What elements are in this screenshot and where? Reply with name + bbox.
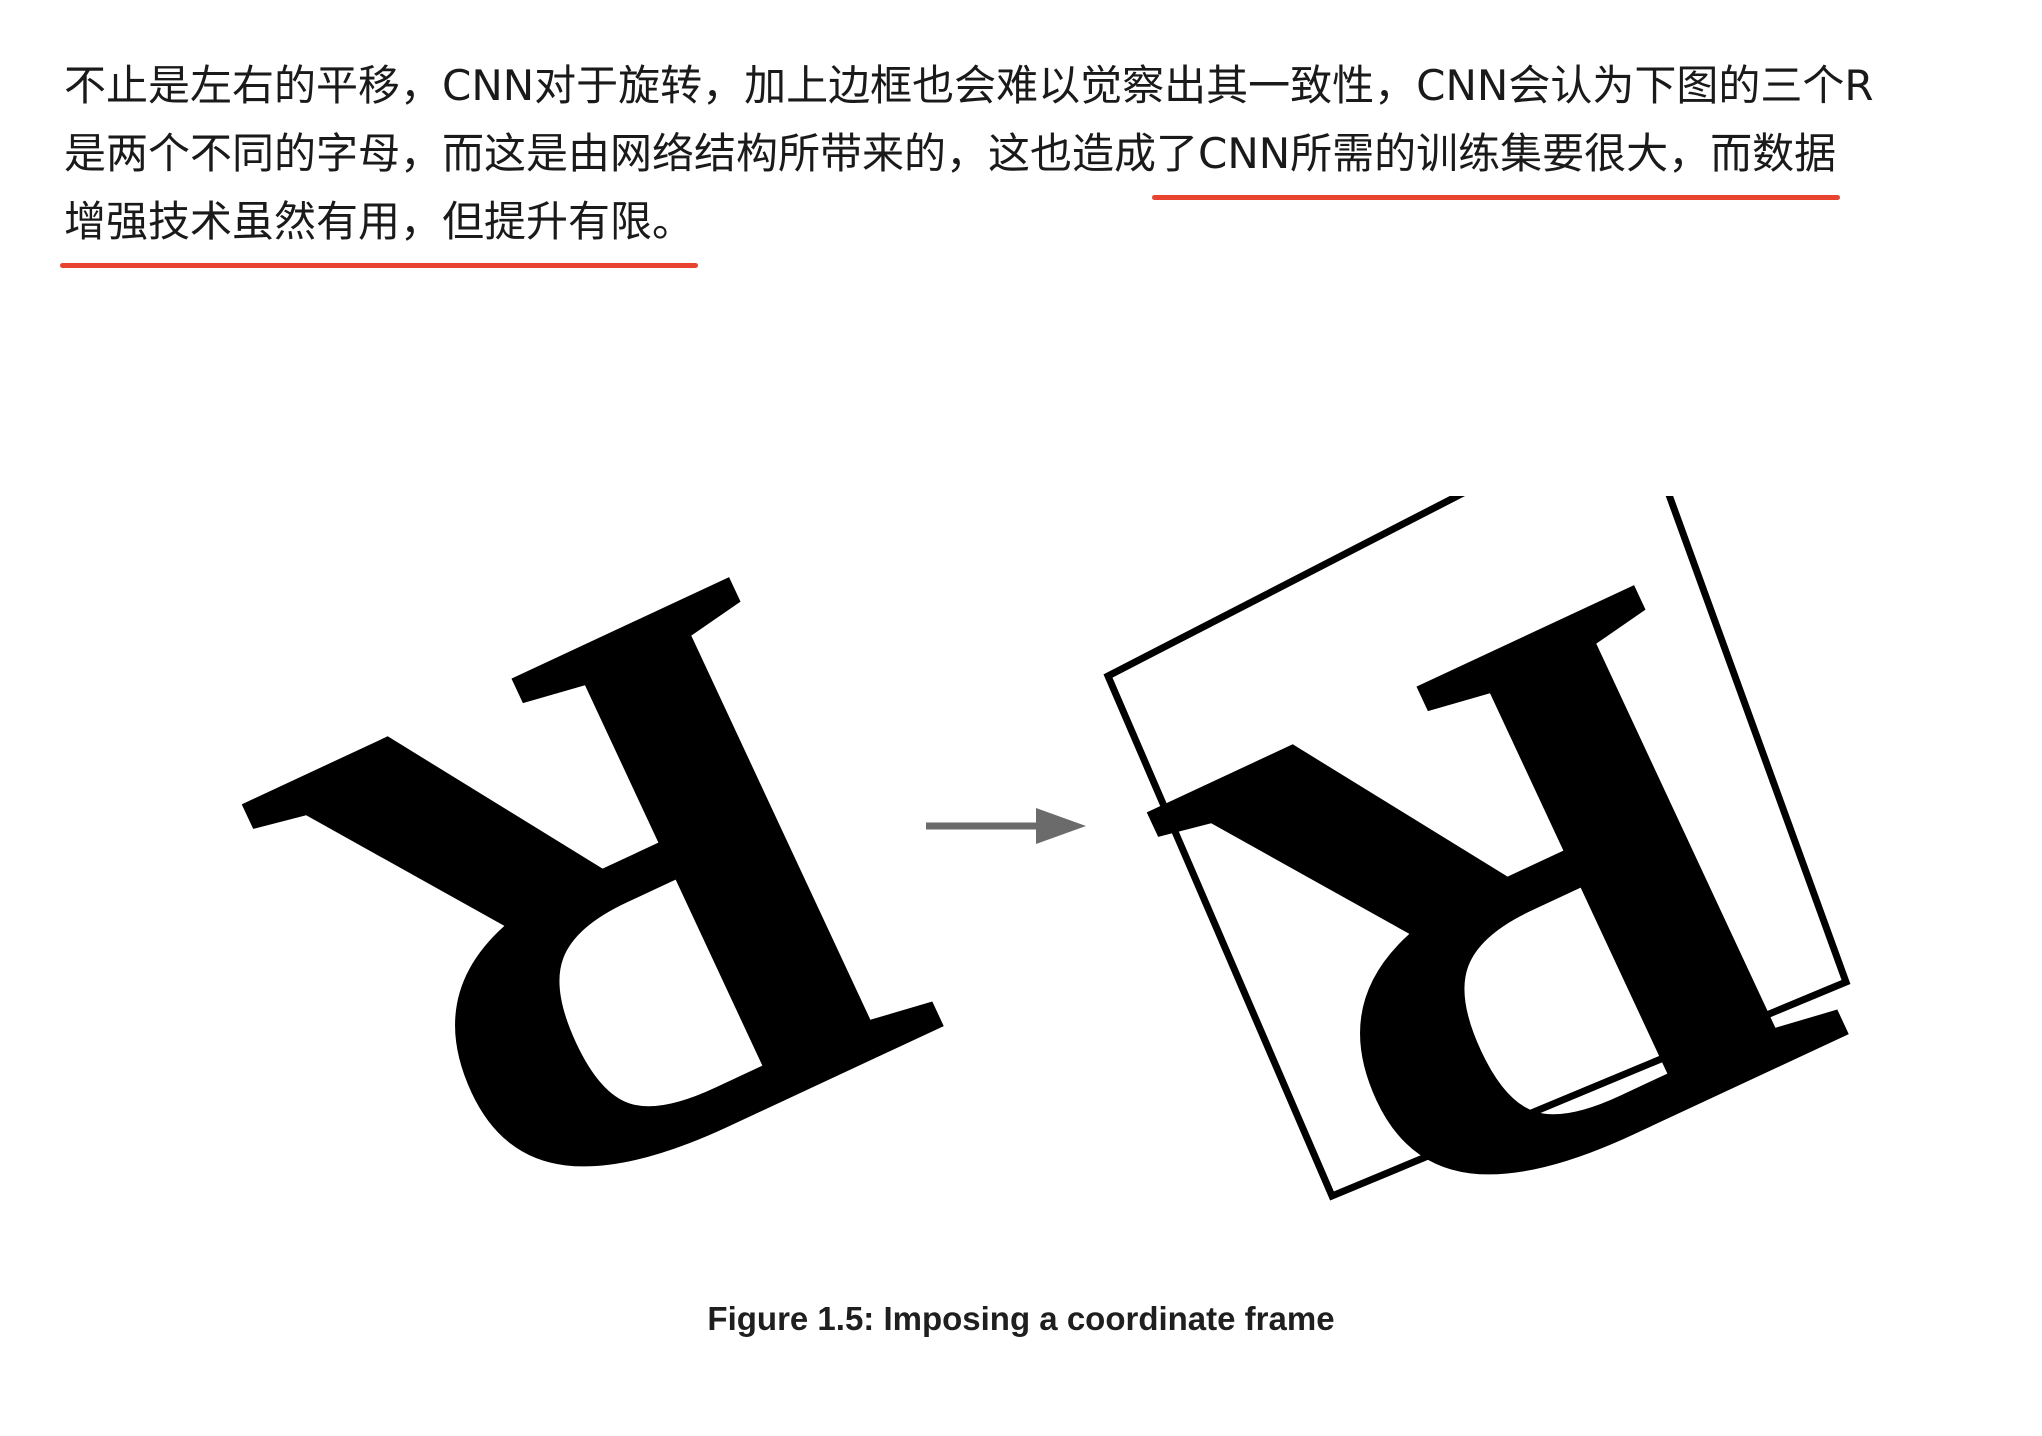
paragraph-line-2: 是两个不同的字母，而这是由网络结构所带来的，这也造成了CNN所需的训练集要很大，… — [64, 120, 1964, 200]
paragraph-line-1: 不止是左右的平移，CNN对于旋转，加上边框也会难以觉察出其一致性，CNN会认为下… — [64, 61, 1874, 110]
arrow-icon — [926, 808, 1086, 844]
figure-rotated-r: R R — [0, 480, 2042, 1240]
figure-caption: Figure 1.5: Imposing a coordinate frame — [707, 1300, 1335, 1337]
figure-svg: R R — [170, 480, 1940, 1240]
paragraph-line-2-text: 是两个不同的字母，而这是由网络结构所带来的，这也造成 — [64, 129, 1157, 178]
rotated-r-left-glyph: R — [170, 480, 1031, 1240]
rotated-r-left: R — [170, 480, 1031, 1240]
underlined-highlight-2: 增强技术虽然有用，但提升有限。 — [59, 188, 699, 268]
body-paragraph: 不止是左右的平移，CNN对于旋转，加上边框也会难以觉察出其一致性，CNN会认为下… — [59, 52, 1964, 268]
underlined-highlight-1: 了CNN所需的训练集要很大，而数据 — [1152, 120, 1841, 200]
